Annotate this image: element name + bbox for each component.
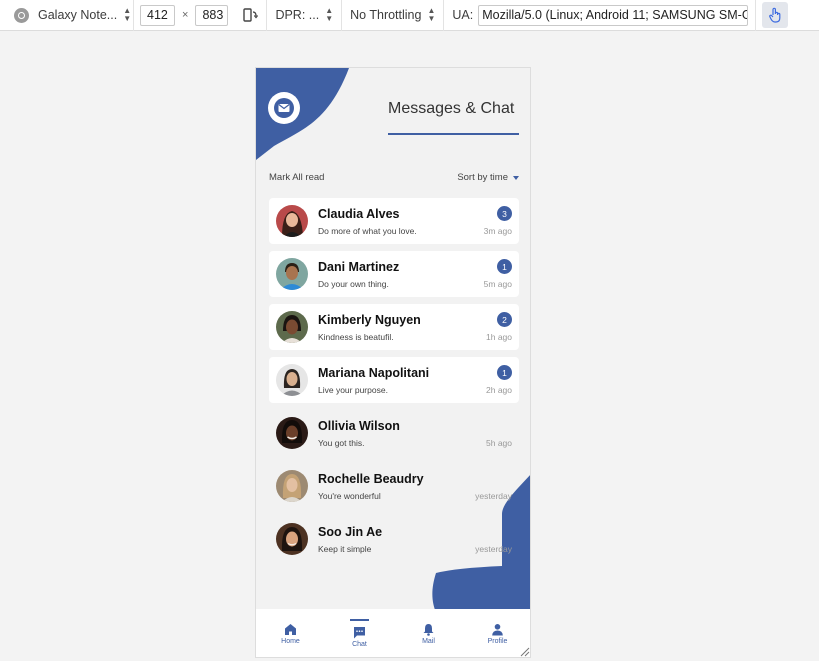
caret-down-icon bbox=[513, 175, 519, 180]
nav-label: Chat bbox=[352, 641, 367, 648]
updown-icon: ▲ ▼ bbox=[427, 6, 436, 23]
resize-handle-icon[interactable] bbox=[520, 647, 530, 657]
mark-all-read-button[interactable]: Mark All read bbox=[269, 172, 324, 183]
nav-label: Home bbox=[281, 638, 300, 645]
message-preview: You got this. bbox=[318, 438, 365, 448]
rotate-device-icon[interactable] bbox=[234, 0, 266, 31]
contact-name: Soo Jin Ae bbox=[318, 525, 383, 539]
timestamp: 1h ago bbox=[486, 332, 512, 342]
active-tab-indicator bbox=[350, 619, 369, 621]
timestamp: yesterday bbox=[475, 491, 512, 501]
nav-mail[interactable]: Mail bbox=[394, 609, 463, 657]
message-preview: Live your purpose. bbox=[318, 385, 388, 395]
unread-badge: 1 bbox=[497, 365, 512, 380]
timestamp: 2h ago bbox=[486, 385, 512, 395]
contact-name: Rochelle Beaudry bbox=[318, 472, 424, 486]
touch-hand-icon[interactable] bbox=[762, 2, 789, 28]
dpr-select[interactable]: DPR: ... ▲ ▼ bbox=[267, 0, 341, 31]
chat-item[interactable]: Dani Martinez Do your own thing. 1 5m ag… bbox=[269, 251, 519, 297]
bell-icon bbox=[422, 622, 436, 636]
divider bbox=[755, 0, 757, 31]
avatar bbox=[276, 523, 308, 555]
nav-home[interactable]: Home bbox=[256, 609, 325, 657]
avatar bbox=[276, 258, 308, 290]
contact-name: Dani Martinez bbox=[318, 260, 400, 274]
sort-label: Sort by time bbox=[457, 172, 508, 183]
timestamp: 5h ago bbox=[486, 438, 512, 448]
updown-icon: ▲ ▼ bbox=[123, 6, 132, 23]
unread-badge: 2 bbox=[497, 312, 512, 327]
sort-by-dropdown[interactable]: Sort by time bbox=[457, 172, 519, 183]
list-actions: Mark All read Sort by time bbox=[269, 172, 519, 184]
dimension-separator: × bbox=[182, 9, 189, 21]
message-preview: You're wonderful bbox=[318, 491, 381, 501]
user-agent-group: UA: Mozilla/5.0 (Linux; Android 11; SAMS… bbox=[444, 0, 749, 31]
person-icon bbox=[491, 622, 505, 636]
chat-item[interactable]: Rochelle Beaudry You're wonderful yester… bbox=[269, 463, 519, 509]
user-agent-input[interactable]: Mozilla/5.0 (Linux; Android 11; SAMSUNG … bbox=[478, 4, 749, 26]
nav-label: Mail bbox=[422, 638, 435, 645]
message-preview: Kindness is beatufil. bbox=[318, 332, 394, 342]
home-icon bbox=[284, 622, 298, 636]
chat-item[interactable]: Mariana Napolitani Live your purpose. 1 … bbox=[269, 357, 519, 403]
page-title: Messages & Chat bbox=[388, 100, 515, 117]
timestamp: yesterday bbox=[475, 544, 512, 554]
contact-name: Kimberly Nguyen bbox=[318, 313, 421, 327]
avatar bbox=[276, 364, 308, 396]
avatar bbox=[276, 470, 308, 502]
device-name: Galaxy Note... bbox=[38, 8, 118, 22]
chrome-icon bbox=[14, 7, 29, 23]
timestamp: 3m ago bbox=[483, 226, 512, 236]
device-select[interactable]: Galaxy Note... ▲ ▼ bbox=[0, 0, 133, 31]
unread-badge: 3 bbox=[497, 206, 512, 221]
width-input[interactable]: 412 bbox=[140, 4, 175, 26]
throttling-select[interactable]: No Throttling ▲ ▼ bbox=[342, 0, 443, 31]
unread-badge: 1 bbox=[497, 259, 512, 274]
timestamp: 5m ago bbox=[483, 279, 512, 289]
updown-icon: ▲ ▼ bbox=[325, 6, 334, 23]
nav-label: Profile bbox=[487, 638, 508, 645]
avatar bbox=[276, 205, 308, 237]
chat-item[interactable]: Soo Jin Ae Keep it simple yesterday bbox=[269, 516, 519, 562]
ua-label: UA: bbox=[452, 8, 474, 22]
phone-viewport: Messages & Chat Mark All read Sort by ti… bbox=[255, 67, 531, 658]
nav-chat[interactable]: Chat bbox=[325, 609, 394, 657]
avatar bbox=[276, 311, 308, 343]
bottom-nav: Home Chat Mail Profile bbox=[256, 609, 530, 657]
contact-name: Mariana Napolitani bbox=[318, 366, 430, 380]
title-underline bbox=[388, 133, 519, 135]
message-preview: Do more of what you love. bbox=[318, 226, 417, 236]
divider bbox=[133, 0, 134, 31]
message-preview: Do your own thing. bbox=[318, 279, 389, 289]
chat-item[interactable]: Claudia Alves Do more of what you love. … bbox=[269, 198, 519, 244]
chat-item[interactable]: Kimberly Nguyen Kindness is beatufil. 2 … bbox=[269, 304, 519, 350]
avatar bbox=[276, 417, 308, 449]
contact-name: Claudia Alves bbox=[318, 207, 400, 221]
chat-item[interactable]: Ollivia Wilson You got this. 5h ago bbox=[269, 410, 519, 456]
devtools-toolbar: Galaxy Note... ▲ ▼ 412 × 883 DPR: ... ▲ ▼ … bbox=[0, 0, 819, 31]
contact-name: Ollivia Wilson bbox=[318, 419, 400, 433]
chat-bubble-icon bbox=[353, 625, 367, 639]
mail-icon bbox=[268, 92, 300, 124]
message-preview: Keep it simple bbox=[318, 544, 372, 554]
dpr-label: DPR: ... bbox=[275, 8, 320, 22]
height-input[interactable]: 883 bbox=[195, 4, 229, 26]
throttling-label: No Throttling bbox=[350, 8, 422, 22]
